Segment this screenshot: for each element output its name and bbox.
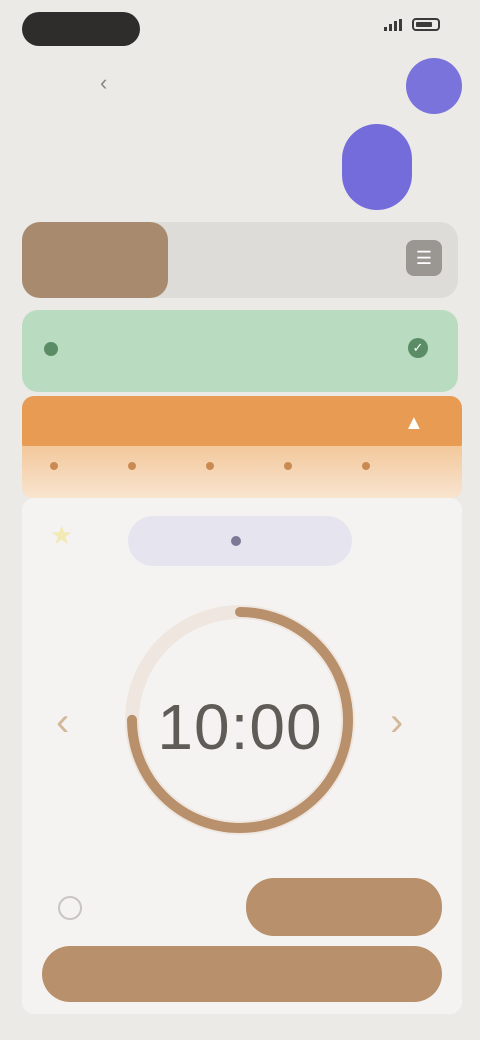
- timeline-marker: [206, 462, 214, 470]
- status-bar: [0, 0, 480, 56]
- tab-active[interactable]: [22, 222, 168, 298]
- secondary-button[interactable]: [246, 878, 442, 936]
- banner-bullet-icon: [44, 342, 58, 356]
- timer-value: 10:00: [157, 691, 323, 763]
- status-icons: [384, 18, 440, 31]
- menu-icon[interactable]: ☰: [406, 240, 442, 276]
- chevron-right-icon[interactable]: ›: [390, 700, 403, 745]
- assistive-touch-dot-large[interactable]: [342, 124, 412, 210]
- chevron-left-icon[interactable]: ‹: [56, 700, 69, 745]
- back-icon[interactable]: ‹: [100, 70, 107, 96]
- timeline-strip: [22, 446, 462, 498]
- info-banner: [22, 310, 458, 392]
- timeline-marker: [50, 462, 58, 470]
- settings-circle-icon[interactable]: [58, 896, 82, 920]
- battery-icon: [412, 18, 440, 31]
- status-time-pill: [22, 12, 140, 46]
- timeline-marker: [128, 462, 136, 470]
- star-icon: ★: [50, 520, 74, 550]
- check-icon[interactable]: ✓: [408, 338, 428, 358]
- signal-icon: [384, 18, 404, 31]
- arrow-up-icon[interactable]: ▲: [404, 412, 430, 434]
- assistive-touch-dot-small[interactable]: [406, 58, 462, 114]
- mode-chip[interactable]: [128, 516, 352, 566]
- alert-bar[interactable]: [22, 396, 462, 448]
- chip-dot-icon: [231, 536, 241, 546]
- primary-button[interactable]: [42, 946, 442, 1002]
- timeline-marker: [362, 462, 370, 470]
- timeline-marker: [284, 462, 292, 470]
